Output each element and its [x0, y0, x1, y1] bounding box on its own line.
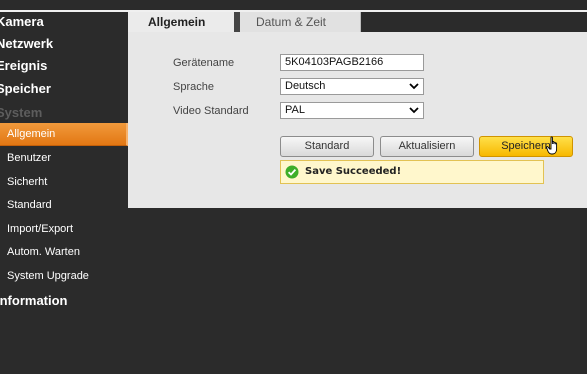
- nav-speicher[interactable]: Speicher: [0, 79, 128, 99]
- refresh-button[interactable]: Aktualisiern: [380, 136, 474, 157]
- default-button[interactable]: Standard: [280, 136, 374, 157]
- sidebar: Kamera Netzwerk Ereignis Speicher System…: [0, 12, 128, 374]
- chevron-down-icon: [409, 107, 419, 114]
- language-label: Sprache: [173, 81, 214, 93]
- nav-kamera[interactable]: Kamera: [0, 12, 128, 32]
- sidebar-item-allgemein[interactable]: Allgemein: [0, 123, 128, 146]
- sidebar-item-autom-warten[interactable]: Autom. Warten: [0, 241, 126, 263]
- nav-netzwerk[interactable]: Netzwerk: [0, 34, 128, 54]
- content-background: [128, 208, 587, 374]
- tab-bar-background: [361, 12, 587, 32]
- device-name-input[interactable]: 5K04103PAGB2166: [280, 54, 424, 71]
- tab-datum-zeit[interactable]: Datum & Zeit: [240, 12, 361, 32]
- sidebar-item-standard[interactable]: Standard: [0, 194, 126, 216]
- nav-information[interactable]: Information: [0, 291, 128, 311]
- tab-bar: Allgemein Datum & Zeit: [128, 12, 587, 32]
- tab-allgemein[interactable]: Allgemein: [128, 12, 234, 32]
- nav-ereignis[interactable]: Ereignis: [0, 56, 128, 76]
- language-select[interactable]: Deutsch: [280, 78, 424, 95]
- top-bar: [0, 0, 587, 12]
- success-message: Save Succeeded!: [280, 160, 544, 184]
- hand-cursor-icon: [546, 136, 558, 155]
- sidebar-item-system-upgrade[interactable]: System Upgrade: [0, 265, 126, 287]
- settings-panel: Allgemein Datum & Zeit Gerätename 5K0410…: [128, 12, 587, 208]
- sidebar-item-import-export[interactable]: Import/Export: [0, 218, 126, 240]
- success-message-text: Save Succeeded!: [305, 166, 402, 177]
- chevron-down-icon: [409, 83, 419, 90]
- device-name-label: Gerätename: [173, 57, 235, 69]
- video-standard-select[interactable]: PAL: [280, 102, 424, 119]
- sidebar-item-benutzer[interactable]: Benutzer: [0, 147, 126, 169]
- check-circle-icon: [285, 165, 299, 179]
- sidebar-item-sicherheit[interactable]: Sicherht: [0, 171, 126, 193]
- nav-system[interactable]: System: [0, 103, 128, 123]
- video-standard-label: Video Standard: [173, 105, 249, 117]
